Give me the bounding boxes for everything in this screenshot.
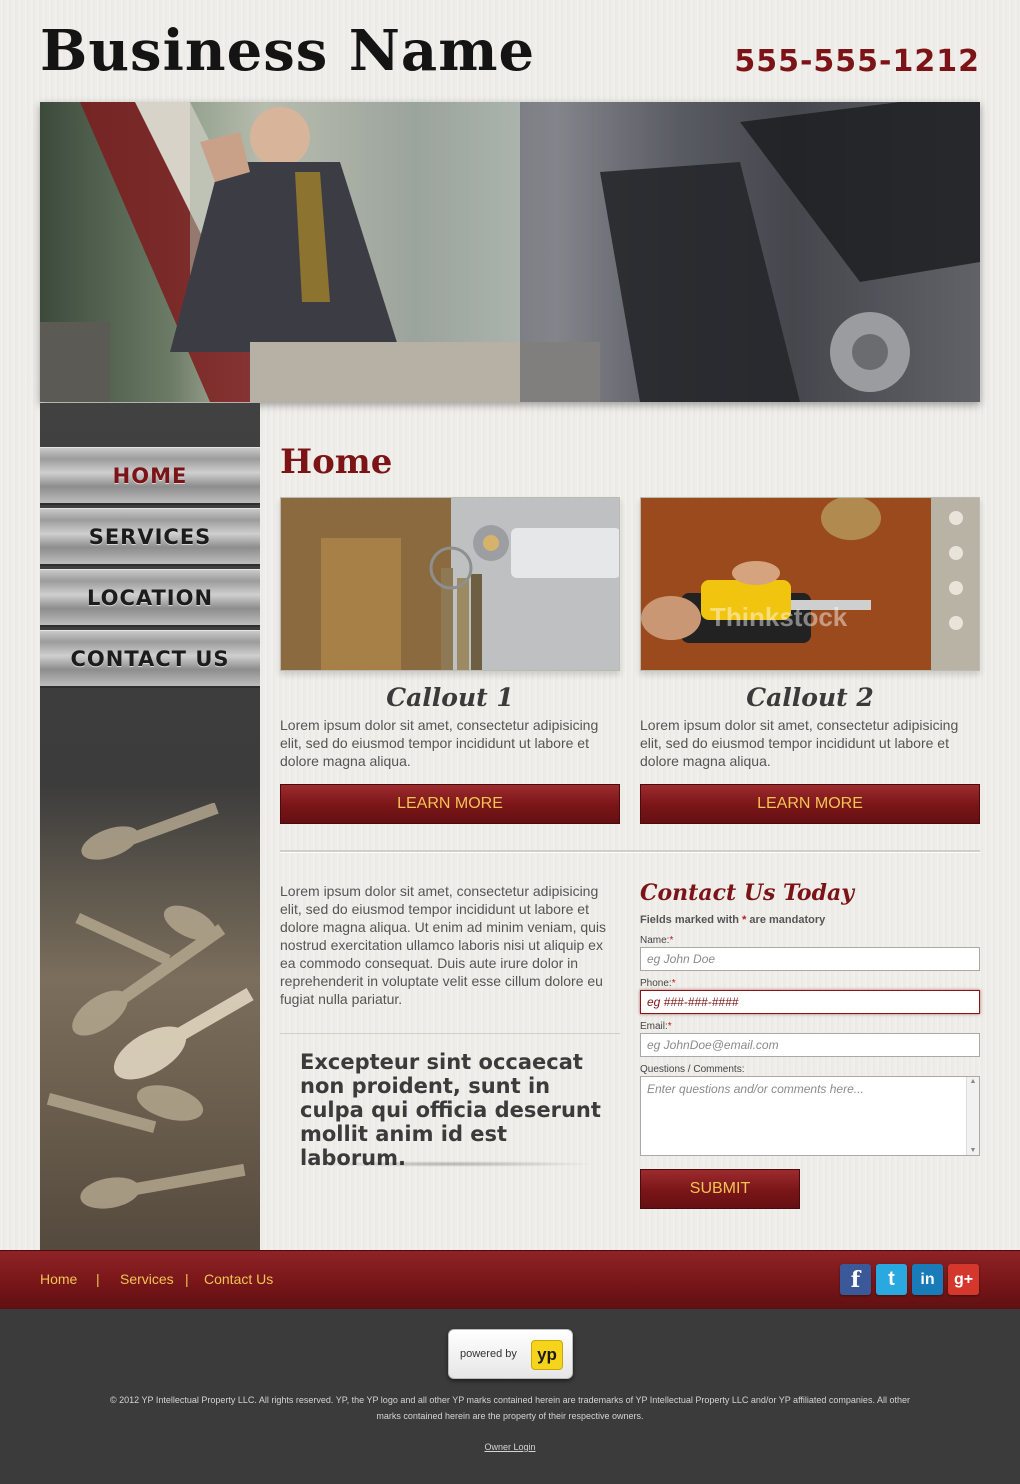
- callout-2-learn-more-button[interactable]: LEARN MORE: [640, 784, 980, 824]
- page-title: Home: [280, 442, 393, 482]
- textarea-scrollbar[interactable]: ▲ ▼: [966, 1077, 979, 1155]
- header: Business Name 555-555-1212: [0, 0, 1020, 95]
- mandatory-note: Fields marked with * are mandatory: [640, 914, 825, 926]
- name-label: Name:*: [640, 935, 673, 946]
- footer-link-contact-us[interactable]: Contact Us: [204, 1271, 273, 1287]
- content-divider: [280, 850, 980, 852]
- mandatory-note-suffix: are mandatory: [746, 914, 826, 926]
- name-required-mark: *: [669, 935, 674, 946]
- footer-link-services[interactable]: Services: [120, 1271, 174, 1287]
- comments-textarea[interactable]: [640, 1076, 980, 1156]
- nav-item-contact-us[interactable]: CONTACT US: [40, 630, 260, 688]
- callout-2-title: Callout 2: [746, 683, 874, 712]
- drill-door-photo: [641, 498, 979, 670]
- linkedin-icon[interactable]: in: [912, 1264, 943, 1295]
- stock-watermark: Thinkstock: [710, 602, 848, 632]
- yp-logo-icon: yp: [531, 1340, 563, 1370]
- keys-photo: [46, 803, 254, 1209]
- footer-separator: |: [96, 1271, 100, 1287]
- facebook-icon[interactable]: f: [840, 1264, 871, 1295]
- email-label: Email:*: [640, 1021, 672, 1032]
- quote-box: Excepteur sint occaecat non proident, su…: [280, 1033, 620, 1170]
- name-input[interactable]: [640, 947, 980, 971]
- phone-input[interactable]: [640, 990, 980, 1014]
- copyright-text: © 2012 YP Intellectual Property LLC. All…: [110, 1395, 910, 1421]
- scroll-down-icon[interactable]: ▼: [967, 1147, 979, 1154]
- hero-photo: [40, 102, 980, 402]
- contact-form-title: Contact Us Today: [640, 880, 854, 906]
- callout-2-text: Lorem ipsum dolor sit amet, consectetur …: [640, 717, 959, 769]
- callout-1-title: Callout 1: [386, 683, 514, 712]
- phone-number[interactable]: 555-555-1212: [734, 44, 980, 79]
- callout-1-learn-more-button[interactable]: LEARN MORE: [280, 784, 620, 824]
- business-name: Business Name: [40, 18, 536, 84]
- door-lock-keys-photo: [281, 498, 619, 670]
- nav-item-location[interactable]: LOCATION: [40, 569, 260, 627]
- submit-button[interactable]: SUBMIT: [640, 1169, 800, 1209]
- nav-item-services[interactable]: SERVICES: [40, 508, 260, 566]
- quote-text: Excepteur sint occaecat non proident, su…: [300, 1050, 601, 1170]
- phone-required-mark: *: [671, 978, 676, 989]
- owner-login-link[interactable]: Owner Login: [0, 1442, 1020, 1452]
- footer-separator: |: [185, 1271, 189, 1287]
- phone-label-text: Phone:: [640, 978, 672, 989]
- callout-2-image: [640, 497, 980, 671]
- name-label-text: Name:: [640, 935, 670, 946]
- powered-by-label: powered by: [460, 1348, 517, 1360]
- footer-link-home[interactable]: Home: [40, 1271, 77, 1287]
- callout-1-image: [280, 497, 620, 671]
- powered-by-yp-badge[interactable]: powered by yp: [448, 1329, 573, 1379]
- phone-label: Phone:*: [640, 978, 676, 989]
- scroll-up-icon[interactable]: ▲: [967, 1078, 979, 1085]
- google-plus-icon[interactable]: g+: [948, 1264, 979, 1295]
- twitter-icon[interactable]: t: [876, 1264, 907, 1295]
- callout-1-text: Lorem ipsum dolor sit amet, consectetur …: [280, 717, 599, 769]
- mandatory-note-prefix: Fields marked with: [640, 914, 743, 926]
- email-required-mark: *: [667, 1021, 672, 1032]
- hero-image: [40, 102, 980, 402]
- comments-label: Questions / Comments:: [640, 1064, 745, 1075]
- body-text: Lorem ipsum dolor sit amet, consectetur …: [280, 883, 607, 1007]
- sidebar: HOME SERVICES LOCATION CONTACT US: [40, 403, 260, 1250]
- email-label-text: Email:: [640, 1021, 668, 1032]
- email-input[interactable]: [640, 1033, 980, 1057]
- nav-item-home[interactable]: HOME: [40, 447, 260, 505]
